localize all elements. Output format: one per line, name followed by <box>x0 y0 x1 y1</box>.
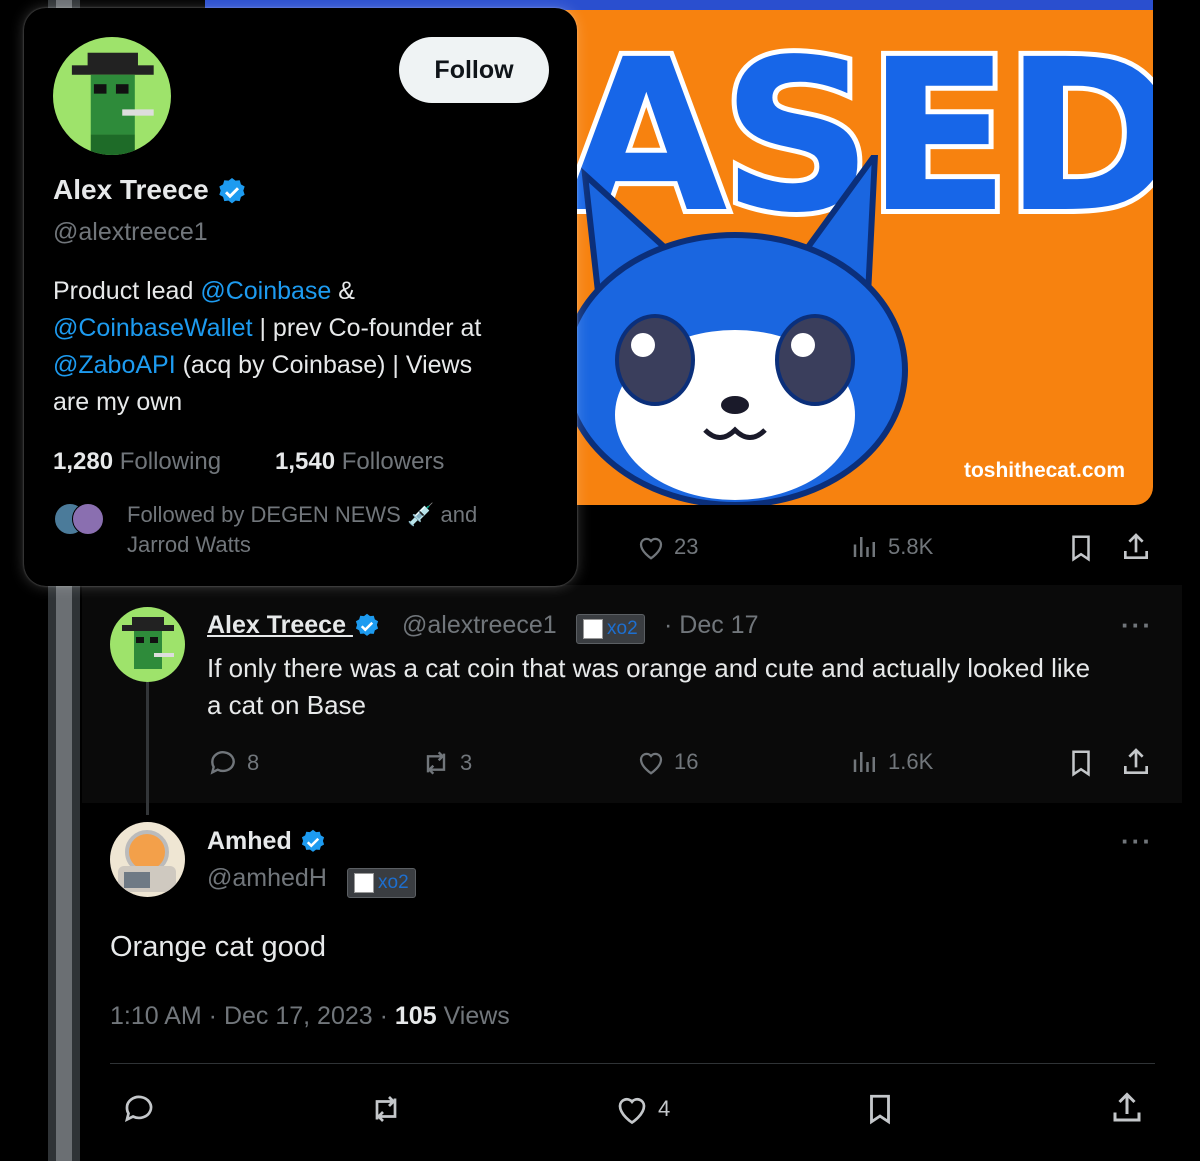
view-count: 5.8K <box>888 534 934 559</box>
reply-date[interactable]: · Dec 17 <box>664 611 758 640</box>
avatar[interactable] <box>110 822 185 897</box>
avatar[interactable] <box>110 607 185 682</box>
verified-badge-icon <box>355 614 379 637</box>
view-count: 1.6K <box>888 749 934 774</box>
followed-by-and: and <box>440 502 478 527</box>
like-count: 4 <box>658 1096 671 1121</box>
mention-link[interactable]: @Coinbase <box>200 277 331 305</box>
bookmark-icon[interactable] <box>1066 533 1096 563</box>
followed-by-text[interactable]: Followed by DEGEN NEWS 💉 and Jarrod Watt… <box>127 500 477 560</box>
like-count: 23 <box>674 534 699 559</box>
divider <box>110 1063 1155 1064</box>
views-button[interactable]: 1.6K <box>850 747 933 777</box>
badge-label: xo2 <box>607 618 638 639</box>
reply-text-line2: a cat on Base <box>207 690 366 720</box>
analytics-icon <box>853 537 875 557</box>
reply-author-name[interactable]: Alex Treece <box>207 611 381 640</box>
tweet-meta: 1:10 AM · Dec 17, 2023 · 105 Views <box>110 1002 510 1031</box>
heart-icon <box>639 752 663 775</box>
main-author-name[interactable]: Amhed <box>207 827 327 856</box>
followed-by-line2: Jarrod Watts <box>127 532 251 557</box>
hovercard-handle[interactable]: @alextreece1 <box>53 218 208 247</box>
hovercard-name-text: Alex Treece <box>53 174 209 205</box>
repost-count: 3 <box>460 750 473 775</box>
mention-link[interactable]: @ZaboAPI <box>53 351 176 379</box>
reply-author-handle[interactable]: @alextreece1 <box>402 611 557 640</box>
bio-text: | prev Co-founder at <box>252 314 482 342</box>
comment-icon <box>210 751 235 775</box>
hovercard-avatar[interactable] <box>53 37 171 155</box>
media-credit-text: toshithecat.com <box>963 459 1125 482</box>
xo2-badge[interactable]: xo2 <box>576 614 645 644</box>
thread-connector-line <box>146 680 149 815</box>
chart-emoji-icon <box>354 873 374 893</box>
share-icon[interactable] <box>1120 746 1152 778</box>
heart-icon <box>618 1097 646 1125</box>
bio-text: & <box>331 277 355 305</box>
bookmark-icon[interactable] <box>1066 748 1096 778</box>
badge-label: xo2 <box>378 872 409 893</box>
main-tweet-text: Orange cat good <box>110 931 327 963</box>
bio-line: are my own <box>53 384 553 421</box>
heart-icon <box>639 537 663 560</box>
mention-link[interactable]: @CoinbaseWallet <box>53 314 253 342</box>
hovercard-bio: Product lead @Coinbase & @CoinbaseWallet … <box>53 273 553 421</box>
bio-line: @ZaboAPI (acq by Coinbase) | Views <box>53 347 553 384</box>
verified-badge-icon <box>219 177 246 203</box>
views-count: 105 <box>394 1002 437 1030</box>
chart-emoji-icon <box>583 619 603 639</box>
like-count: 16 <box>674 749 699 774</box>
like-button[interactable]: 23 <box>636 532 698 562</box>
bio-text: (acq by Coinbase) | Views <box>175 351 473 379</box>
bio-line: Product lead @Coinbase & <box>53 273 553 310</box>
share-icon[interactable] <box>1109 1090 1145 1126</box>
followers-stat[interactable]: 1,540 Followers <box>275 448 444 476</box>
reply-count: 8 <box>247 750 260 775</box>
bio-text: Product lead <box>53 277 201 305</box>
more-options-icon[interactable]: ··· <box>1121 826 1153 857</box>
followed-by-line1: Followed by DEGEN NEWS <box>127 502 401 527</box>
reply-author-name-text: Alex Treece <box>207 611 346 639</box>
follow-button[interactable]: Follow <box>399 37 549 103</box>
following-label: Following <box>119 448 222 475</box>
hovercard-name[interactable]: Alex Treece <box>53 174 248 208</box>
following-count: 1,280 <box>53 448 114 475</box>
main-author-handle[interactable]: @amhedH <box>207 864 327 893</box>
bookmark-icon[interactable] <box>863 1091 897 1127</box>
reply-text-line1: If only there was a cat coin that was or… <box>207 653 1091 683</box>
repost-button[interactable]: 3 <box>420 747 472 779</box>
repost-icon <box>426 751 446 775</box>
verified-badge-icon <box>301 830 324 853</box>
analytics-icon <box>853 752 875 772</box>
repost-icon[interactable] <box>367 1091 405 1127</box>
like-button[interactable]: 4 <box>614 1091 670 1127</box>
like-button[interactable]: 16 <box>636 747 698 777</box>
pixel-avatar-icon <box>122 617 174 669</box>
comment-icon[interactable] <box>121 1091 157 1127</box>
astronaut-cat-avatar-icon <box>118 830 176 892</box>
followed-by-avatars <box>54 503 106 535</box>
more-options-icon[interactable]: ··· <box>1121 610 1153 641</box>
reply-button[interactable]: 8 <box>207 747 259 779</box>
views-button[interactable]: 5.8K <box>850 532 933 562</box>
main-author-name-text: Amhed <box>207 827 292 855</box>
avatar <box>72 503 104 535</box>
profile-hovercard[interactable]: Follow Alex Treece @alextreece1 Product … <box>24 8 577 586</box>
syringe-emoji-icon: 💉 <box>406 502 435 527</box>
bio-text: are my own <box>53 388 183 416</box>
bio-line: @CoinbaseWallet | prev Co-founder at <box>53 310 553 347</box>
followers-label: Followers <box>341 448 445 475</box>
following-stat[interactable]: 1,280 Following <box>53 448 221 476</box>
pixel-avatar-icon <box>71 52 154 155</box>
views-label: Views <box>443 1002 510 1030</box>
share-icon[interactable] <box>1120 531 1152 563</box>
tweet-timestamp[interactable]: 1:10 AM · Dec 17, 2023 · <box>110 1002 388 1030</box>
followers-count: 1,540 <box>275 448 336 475</box>
cat-illustration <box>562 155 908 505</box>
xo2-badge[interactable]: xo2 <box>347 868 416 898</box>
